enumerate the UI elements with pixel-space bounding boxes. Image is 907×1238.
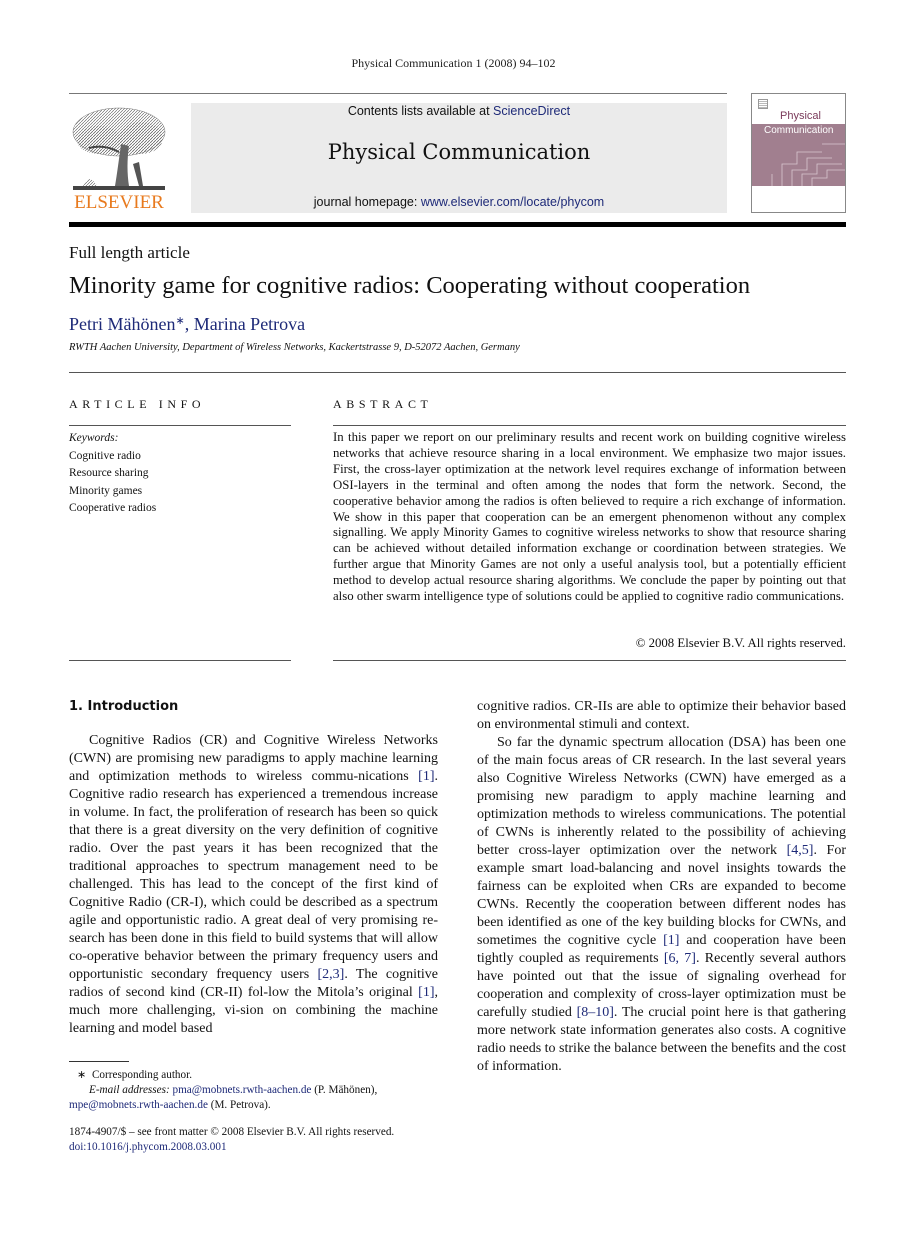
keywords-block: Keywords: Cognitive radio Resource shari… [69,430,156,518]
citation-link[interactable]: [8–10] [577,1005,614,1020]
sciencedirect-link[interactable]: ScienceDirect [493,104,570,118]
body-column-left: Cognitive Radios (CR) and Cognitive Wire… [69,732,438,1038]
citation-link[interactable]: [4,5] [787,843,814,858]
elsevier-wordmark: ELSEVIER [74,192,164,213]
body-column-right: cognitive radios. CR-IIs are able to opt… [477,698,846,1076]
abstract-copyright: © 2008 Elsevier B.V. All rights reserved… [635,636,846,650]
issn-line: 1874-4907/$ – see front matter © 2008 El… [69,1126,395,1138]
title-divider [69,372,846,373]
abstract-heading: ABSTRACT [333,397,433,411]
email-link[interactable]: mpe@mobnets.rwth-aachen.de [69,1099,208,1111]
front-matter: 1874-4907/$ – see front matter © 2008 El… [69,1125,449,1155]
footnote-emails-cont: mpe@mobnets.rwth-aachen.de (M. Petrova). [69,1098,439,1113]
keyword: Resource sharing [69,467,149,479]
abstract-divider-bottom [333,660,846,661]
affiliation: RWTH Aachen University, Department of Wi… [69,342,520,353]
citation-link[interactable]: [6, 7] [664,951,696,966]
homepage-line: journal homepage: www.elsevier.com/locat… [191,195,727,209]
keyword: Cognitive radio [69,449,141,462]
contents-prefix: Contents lists available at [347,104,494,118]
doi-link[interactable]: doi:10.1016/j.phycom.2008.03.001 [69,1141,227,1153]
email-link[interactable]: pma@mobnets.rwth-aachen.de [172,1084,311,1096]
abstract-text: In this paper we report on our prelimina… [333,430,846,604]
corresponding-author-note: Corresponding author. [91,1069,193,1081]
article-type: Full length article [69,243,190,262]
section-heading-introduction: 1. Introduction [69,699,179,714]
email-label: E-mail addresses: [89,1084,170,1096]
text-run: . Cognitive radio research has experienc… [69,769,438,982]
citation-link[interactable]: [1] [418,985,434,1000]
footnote-mark: ∗ [77,1069,87,1081]
keyword: Minority games [69,484,143,497]
citation-link[interactable]: [1] [663,933,679,948]
cover-publisher-icon [758,99,768,109]
citation-link[interactable]: [1] [418,769,434,784]
author-name[interactable]: Marina Petrova [194,314,305,334]
header-rule-top [69,93,727,94]
cover-title-line1: Physical [780,110,821,122]
text-run: Cognitive Radios (CR) and Cognitive Wire… [69,733,438,784]
author-list: Petri Mähönen∗, Marina Petrova [69,314,305,335]
homepage-prefix: journal homepage: [313,195,421,209]
article-title: Minority game for cognitive radios: Coop… [69,272,751,299]
paragraph: cognitive radios. CR-IIs are able to opt… [477,699,846,732]
footnote-corresponding: ∗ Corresponding author. [69,1068,439,1083]
keyword: Cooperative radios [69,502,157,514]
header-rule-thick [69,222,846,227]
citation-link[interactable]: [2,3] [318,967,345,982]
footnotes: ∗ Corresponding author. E-mail addresses… [69,1068,439,1113]
corresponding-author-mark[interactable]: ∗ [175,315,184,327]
keywords-label: Keywords: [69,432,119,444]
contents-line: Contents lists available at ScienceDirec… [191,104,727,118]
email-owner: (P. Mähönen), [311,1084,378,1096]
cover-title-line2: Communication [764,125,834,136]
article-info-divider [69,425,291,426]
abstract-divider [333,425,846,426]
text-run: So far the dynamic spectrum allocation (… [477,735,846,858]
email-owner: (M. Petrova). [207,1099,271,1111]
journal-cover-thumbnail: Physical Communication [751,93,846,213]
journal-homepage-link[interactable]: www.elsevier.com/locate/phycom [421,195,604,209]
paragraph: Cognitive Radios (CR) and Cognitive Wire… [69,732,438,1038]
journal-name: Physical Communication [327,140,591,164]
footnote-rule [69,1061,129,1062]
author-name[interactable]: Petri Mähönen [69,314,175,334]
running-head: Physical Communication 1 (2008) 94–102 [351,56,556,70]
paragraph: So far the dynamic spectrum allocation (… [477,734,846,1076]
article-info-divider-bottom [69,660,291,661]
footnote-emails: E-mail addresses: pma@mobnets.rwth-aache… [69,1083,439,1098]
tree-icon [72,107,166,190]
author-separator: , [184,314,194,334]
article-info-heading: ARTICLE INFO [69,397,206,411]
